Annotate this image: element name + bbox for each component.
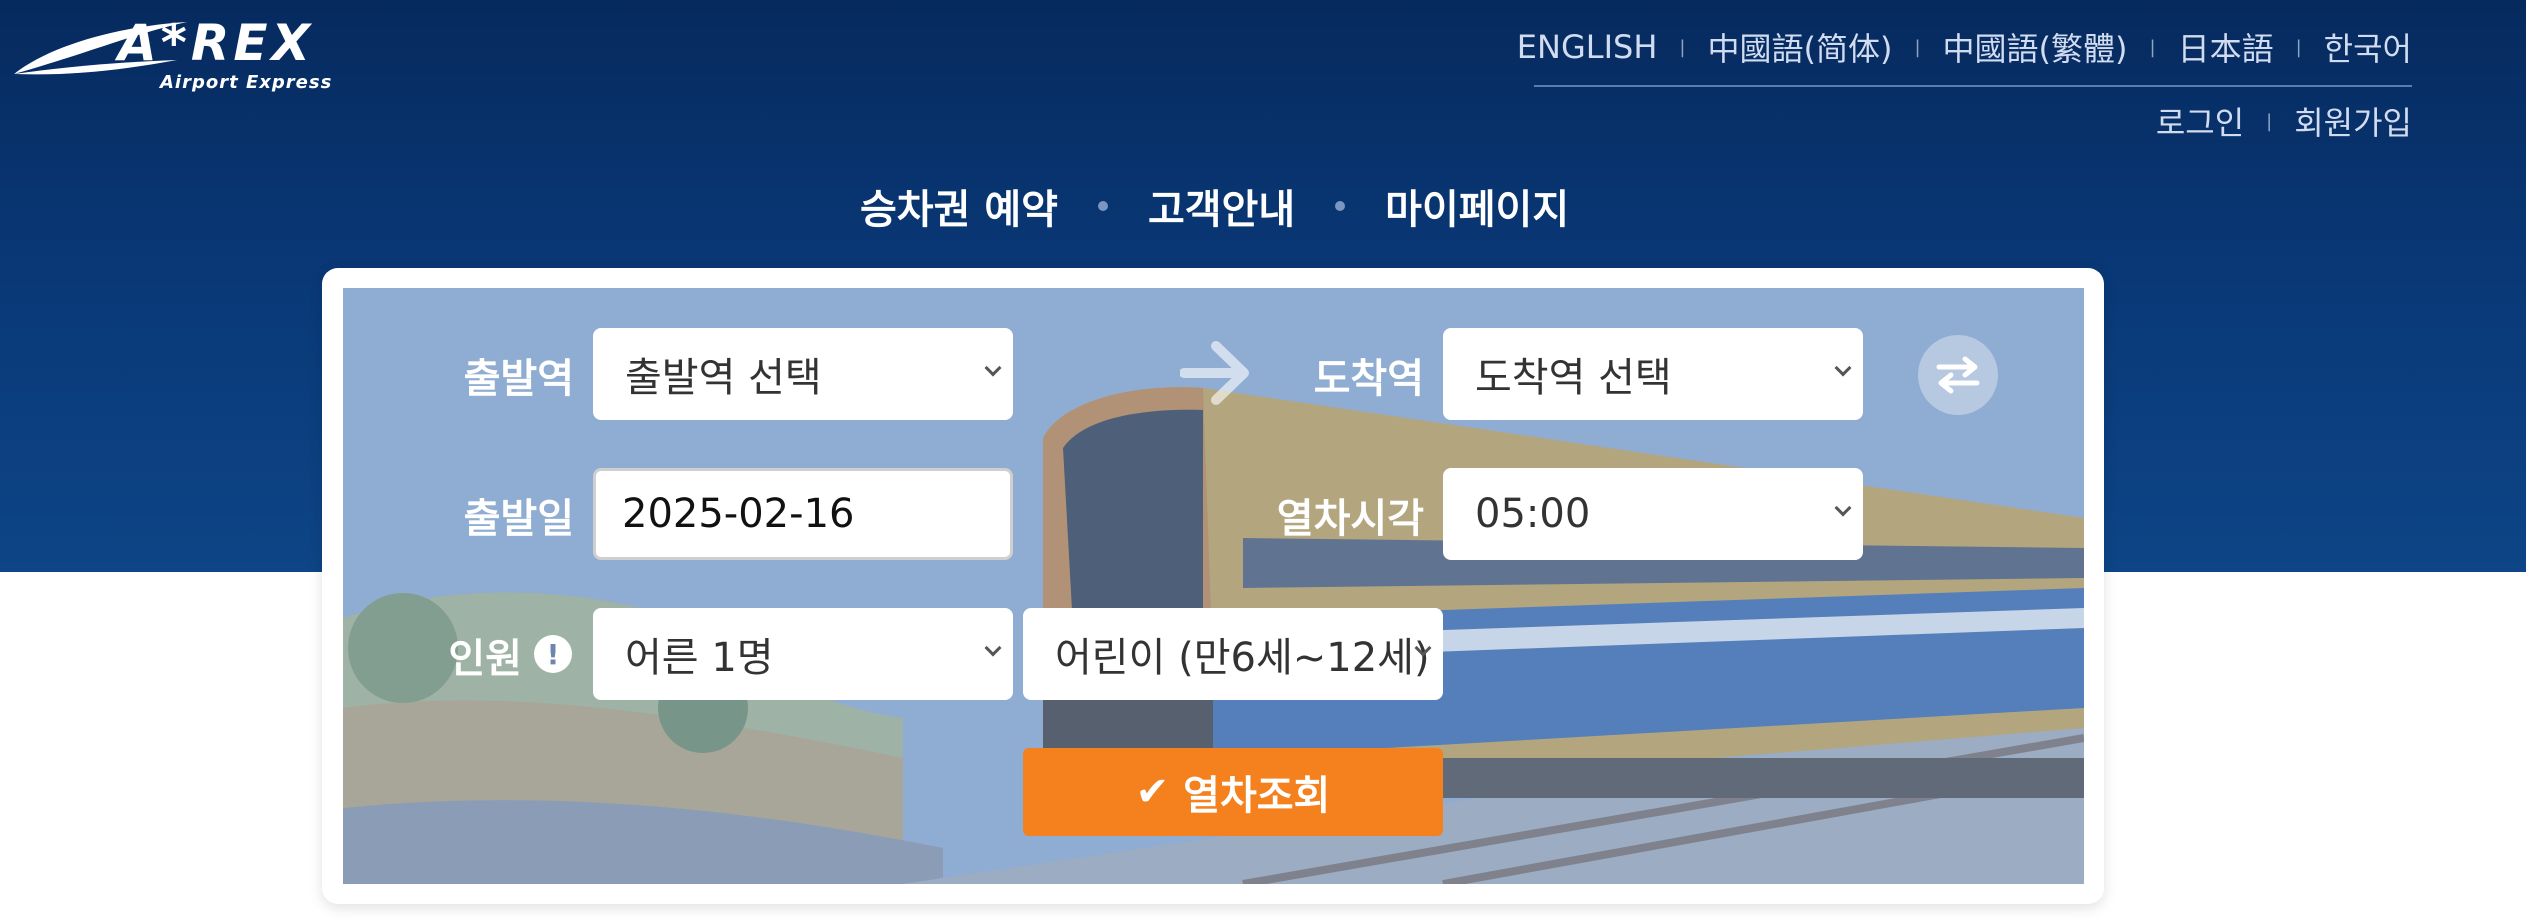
logo-text: A*REX <box>118 14 315 72</box>
user-bar: 로그인 | 회원가입 <box>2156 96 2412 146</box>
separator: | <box>2149 36 2156 58</box>
swap-icon <box>1936 356 1980 394</box>
lang-english[interactable]: ENGLISH <box>1517 28 1658 66</box>
date-value: 2025-02-16 <box>622 491 855 537</box>
nav-dot <box>1097 201 1108 211</box>
login-link[interactable]: 로그인 <box>2156 98 2244 144</box>
header-divider <box>1534 85 2412 87</box>
departure-select[interactable]: 출발역 선택 <box>593 328 1013 420</box>
lang-chinese-traditional[interactable]: 中國語(繁體) <box>1943 24 2128 70</box>
departure-value: 출발역 선택 <box>625 355 822 401</box>
separator: | <box>1914 36 1921 58</box>
nav-my-page[interactable]: 마이페이지 <box>1385 177 1569 235</box>
arrival-select[interactable]: 도착역 선택 <box>1443 328 1863 420</box>
nav-ticket-reservation[interactable]: 승차권 예약 <box>860 177 1058 235</box>
adult-value: 어른 1명 <box>625 635 774 681</box>
signup-link[interactable]: 회원가입 <box>2294 98 2412 144</box>
chevron-down-icon <box>1834 499 1852 517</box>
date-label: 출발일 <box>463 496 574 542</box>
separator: | <box>2266 110 2273 132</box>
lang-japanese[interactable]: 日本語 <box>2178 24 2274 70</box>
language-bar: ENGLISH | 中國語(简体) | 中國語(繁體) | 日本語 | 한국어 <box>1517 22 2412 72</box>
child-value: 어린이 (만6세~12세) <box>1055 635 1430 681</box>
departure-date-input[interactable]: 2025-02-16 <box>593 468 1013 560</box>
chevron-down-icon <box>984 639 1002 657</box>
adult-select[interactable]: 어른 1명 <box>593 608 1013 700</box>
chevron-down-icon <box>984 359 1002 377</box>
chevron-down-icon <box>1834 359 1852 377</box>
swap-stations-button[interactable] <box>1918 335 1998 415</box>
time-value: 05:00 <box>1475 491 1591 537</box>
time-label: 열차시각 <box>1276 496 1424 542</box>
child-select[interactable]: 어린이 (만6세~12세) <box>1023 608 1443 700</box>
info-icon[interactable]: ! <box>534 635 572 673</box>
check-icon: ✔ <box>1135 769 1170 815</box>
time-select[interactable]: 05:00 <box>1443 468 1863 560</box>
nav-dot <box>1335 201 1346 211</box>
arrival-value: 도착역 선택 <box>1475 355 1672 401</box>
passenger-label: 인원 <box>448 636 522 682</box>
logo-subtitle: Airport Express <box>160 72 333 93</box>
lang-chinese-simplified[interactable]: 中國語(简体) <box>1707 24 1892 70</box>
nav-customer-guide[interactable]: 고객안내 <box>1148 177 1295 235</box>
search-label: 열차조회 <box>1183 773 1331 819</box>
separator: | <box>2295 36 2302 58</box>
arrow-right-icon <box>1180 341 1249 405</box>
main-nav: 승차권 예약 고객안내 마이페이지 <box>860 176 1569 236</box>
search-trains-button[interactable]: ✔ 열차조회 <box>1023 748 1443 836</box>
arrival-label: 도착역 <box>1313 356 1424 402</box>
lang-korean[interactable]: 한국어 <box>2324 24 2412 70</box>
separator: | <box>1679 36 1686 58</box>
departure-label: 출발역 <box>463 356 574 402</box>
